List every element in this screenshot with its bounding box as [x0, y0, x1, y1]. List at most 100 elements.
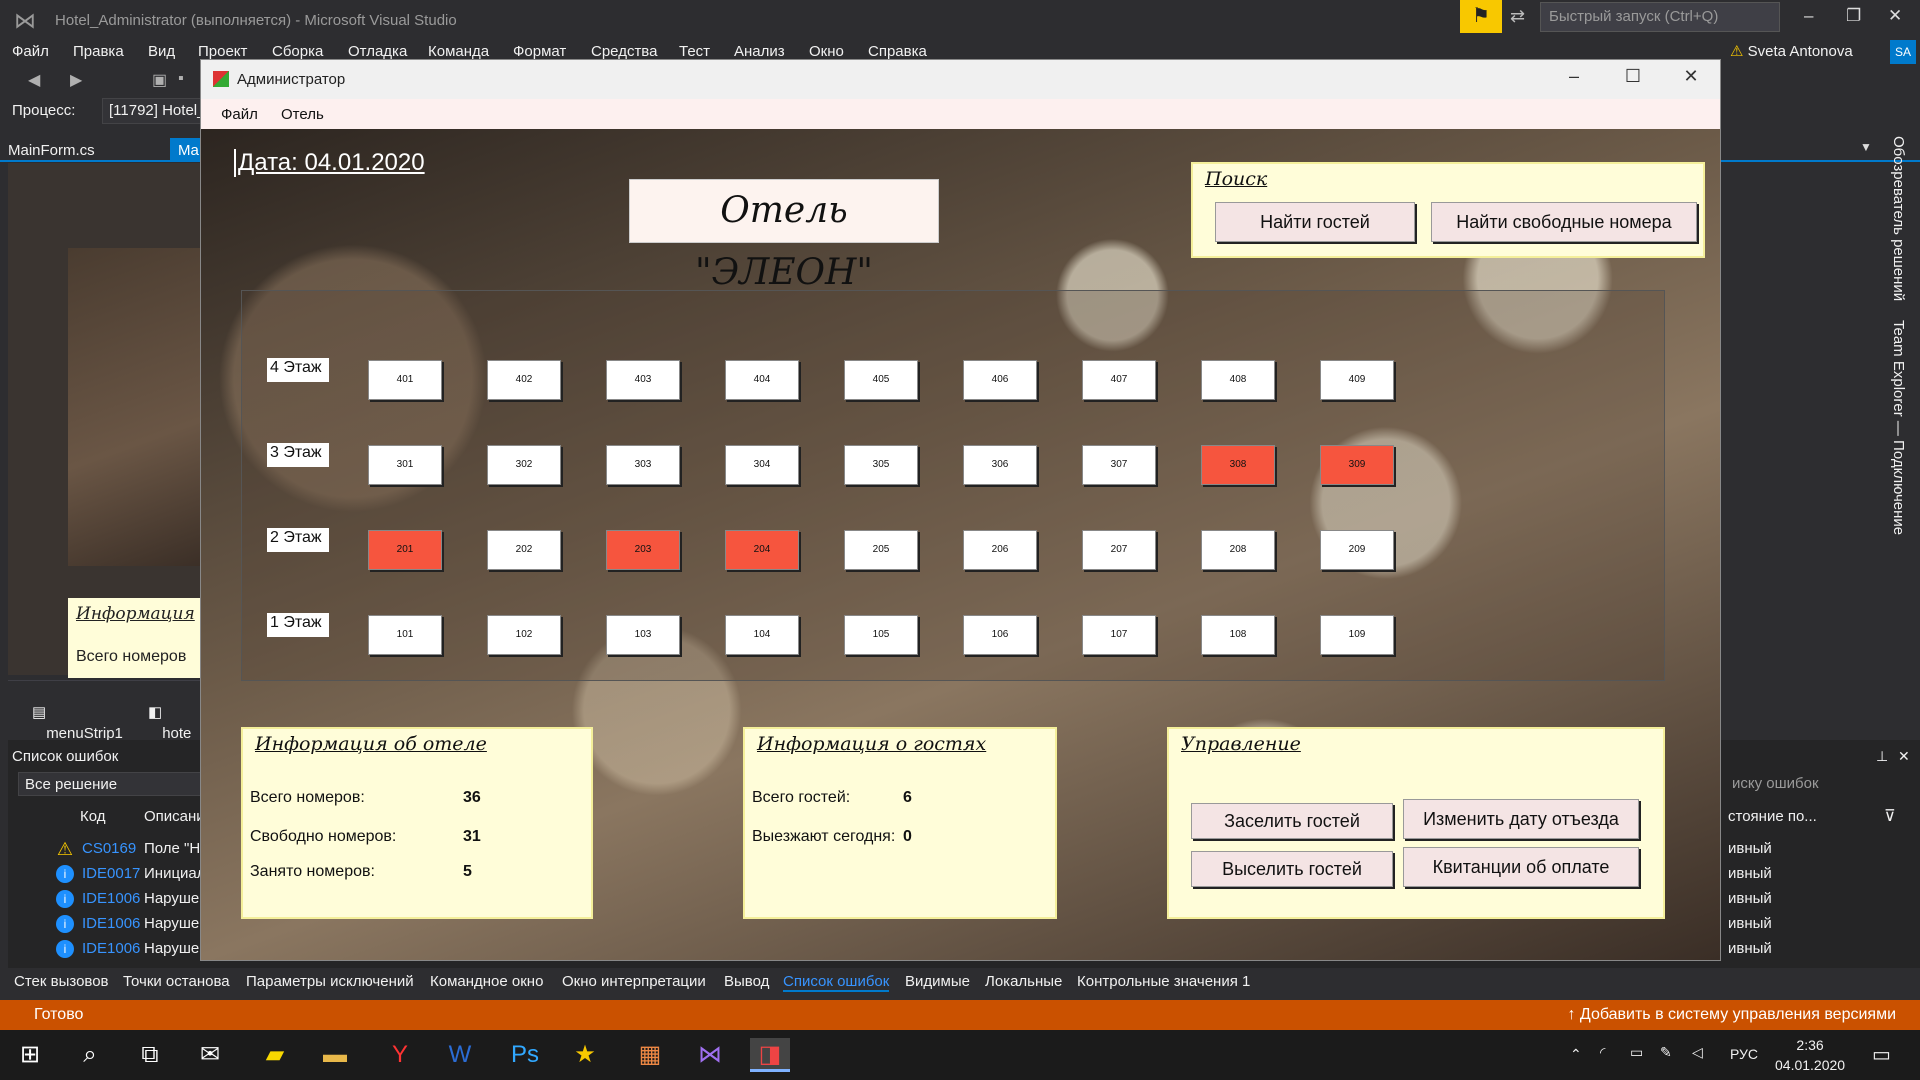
- vs-menu-item[interactable]: Справка: [868, 43, 927, 60]
- tray-chevron-icon[interactable]: ⌃: [1570, 1046, 1582, 1063]
- minimize-icon[interactable]: –: [1804, 6, 1813, 26]
- room-button[interactable]: 408: [1201, 360, 1275, 400]
- form-minimize-icon[interactable]: –: [1551, 66, 1597, 87]
- tray-menustrip[interactable]: ▤ menuStrip1: [32, 703, 123, 742]
- column-state[interactable]: стояние по...: [1728, 808, 1817, 825]
- bottom-tab[interactable]: Список ошибок: [783, 973, 890, 992]
- room-button[interactable]: 403: [606, 360, 680, 400]
- volume-icon[interactable]: ◁: [1692, 1044, 1703, 1061]
- clock[interactable]: 2:36 04.01.2020: [1775, 1035, 1845, 1075]
- vs-menu-item[interactable]: Команда: [428, 43, 489, 60]
- form-close-icon[interactable]: ✕: [1668, 66, 1714, 87]
- room-button[interactable]: 308: [1201, 445, 1275, 485]
- notifications-icon[interactable]: ▭: [1872, 1042, 1891, 1067]
- find-guests-button[interactable]: Найти гостей: [1215, 202, 1415, 242]
- error-code[interactable]: IDE0017: [82, 865, 140, 882]
- search-icon[interactable]: ⌕: [70, 1038, 110, 1072]
- room-button[interactable]: 205: [844, 530, 918, 570]
- error-code[interactable]: IDE1006: [82, 940, 140, 957]
- room-button[interactable]: 108: [1201, 615, 1275, 655]
- room-button[interactable]: 204: [725, 530, 799, 570]
- yandex-browser-icon[interactable]: Y: [380, 1038, 420, 1072]
- process-dropdown[interactable]: [11792] Hotel_: [102, 98, 212, 124]
- bottom-tab[interactable]: Локальные: [985, 973, 1062, 990]
- solution-explorer-tab[interactable]: Обозреватель решений: [1890, 136, 1907, 301]
- start-windows-icon[interactable]: ⊞: [10, 1038, 50, 1072]
- mail-icon[interactable]: ✉: [190, 1038, 230, 1072]
- error-code[interactable]: IDE1006: [82, 915, 140, 932]
- vs-menu-item[interactable]: Формат: [513, 43, 566, 60]
- vs-menu-item[interactable]: Сборка: [272, 43, 323, 60]
- task-view-icon[interactable]: ⧉: [130, 1038, 170, 1072]
- column-code[interactable]: Код: [80, 808, 106, 825]
- room-button[interactable]: 307: [1082, 445, 1156, 485]
- bottom-tab[interactable]: Окно интерпретации: [562, 973, 706, 990]
- battery-icon[interactable]: ▭: [1630, 1044, 1643, 1061]
- filter-icon[interactable]: ⊽: [1884, 806, 1896, 826]
- error-search-input[interactable]: иску ошибок: [1728, 772, 1898, 796]
- vs-menu-item[interactable]: Тест: [679, 43, 710, 60]
- room-button[interactable]: 404: [725, 360, 799, 400]
- pen-icon[interactable]: ✎: [1660, 1044, 1672, 1061]
- room-button[interactable]: 103: [606, 615, 680, 655]
- bottom-tab[interactable]: Параметры исключений: [246, 973, 414, 990]
- error-scope-dropdown[interactable]: Все решение: [18, 772, 208, 796]
- wifi-icon[interactable]: ◜: [1600, 1044, 1605, 1061]
- tab-mainform-cs[interactable]: MainForm.cs: [8, 142, 95, 159]
- save-icon[interactable]: ▪: [178, 70, 184, 88]
- vs-menu-item[interactable]: Анализ: [734, 43, 785, 60]
- payment-receipts-button[interactable]: Квитанции об оплате: [1403, 847, 1639, 887]
- room-button[interactable]: 301: [368, 445, 442, 485]
- bottom-tab[interactable]: Контрольные значения 1: [1077, 973, 1250, 990]
- winrar-icon[interactable]: ▦: [630, 1038, 670, 1072]
- bottom-tab[interactable]: Точки останова: [123, 973, 230, 990]
- checkout-guests-button[interactable]: Выселить гостей: [1191, 851, 1393, 887]
- vs-menu-item[interactable]: Окно: [809, 43, 844, 60]
- error-code[interactable]: CS0169: [82, 840, 136, 857]
- room-button[interactable]: 201: [368, 530, 442, 570]
- room-button[interactable]: 101: [368, 615, 442, 655]
- column-description[interactable]: Описани: [144, 808, 205, 825]
- open-folder-icon[interactable]: ▣: [152, 70, 167, 90]
- team-explorer-tab[interactable]: Team Explorer — Подключение: [1890, 320, 1907, 535]
- bottom-tab[interactable]: Видимые: [905, 973, 970, 990]
- room-button[interactable]: 208: [1201, 530, 1275, 570]
- room-button[interactable]: 309: [1320, 445, 1394, 485]
- form-maximize-icon[interactable]: ☐: [1610, 66, 1656, 87]
- room-button[interactable]: 202: [487, 530, 561, 570]
- file-explorer-icon[interactable]: ▬: [315, 1038, 355, 1072]
- change-checkout-date-button[interactable]: Изменить дату отъезда: [1403, 799, 1639, 839]
- error-code[interactable]: IDE1006: [82, 890, 140, 907]
- hotel-app-icon[interactable]: ◨: [750, 1038, 790, 1072]
- room-button[interactable]: 407: [1082, 360, 1156, 400]
- close-icon[interactable]: ✕: [1888, 6, 1902, 26]
- room-button[interactable]: 402: [487, 360, 561, 400]
- language-indicator[interactable]: РУС: [1730, 1046, 1758, 1062]
- room-button[interactable]: 401: [368, 360, 442, 400]
- checkin-guests-button[interactable]: Заселить гостей: [1191, 803, 1393, 839]
- room-button[interactable]: 207: [1082, 530, 1156, 570]
- room-button[interactable]: 304: [725, 445, 799, 485]
- room-button[interactable]: 409: [1320, 360, 1394, 400]
- user-name[interactable]: ⚠ Sveta Antonova: [1730, 42, 1853, 60]
- forward-icon[interactable]: ▶: [70, 70, 82, 90]
- add-to-source-control[interactable]: ↑ Добавить в систему управления версиями: [1567, 1006, 1896, 1024]
- room-button[interactable]: 106: [963, 615, 1037, 655]
- room-button[interactable]: 109: [1320, 615, 1394, 655]
- room-button[interactable]: 102: [487, 615, 561, 655]
- find-free-rooms-button[interactable]: Найти свободные номера: [1431, 202, 1697, 242]
- photoshop-icon[interactable]: Ps: [505, 1038, 545, 1072]
- tray-hotel[interactable]: ◧ hote: [148, 703, 191, 742]
- room-button[interactable]: 107: [1082, 615, 1156, 655]
- word-icon[interactable]: W: [440, 1038, 480, 1072]
- bottom-tab[interactable]: Стек вызовов: [14, 973, 109, 990]
- avatar[interactable]: SA: [1890, 40, 1916, 64]
- tabs-overflow-icon[interactable]: ▼: [1860, 140, 1872, 154]
- vs-menu-item[interactable]: Вид: [148, 43, 175, 60]
- room-button[interactable]: 305: [844, 445, 918, 485]
- vs-menu-item[interactable]: Файл: [12, 43, 49, 60]
- room-button[interactable]: 209: [1320, 530, 1394, 570]
- feedback-icon[interactable]: ⇄: [1510, 6, 1525, 27]
- room-button[interactable]: 203: [606, 530, 680, 570]
- feedback-flag-icon[interactable]: ⚑: [1460, 0, 1502, 33]
